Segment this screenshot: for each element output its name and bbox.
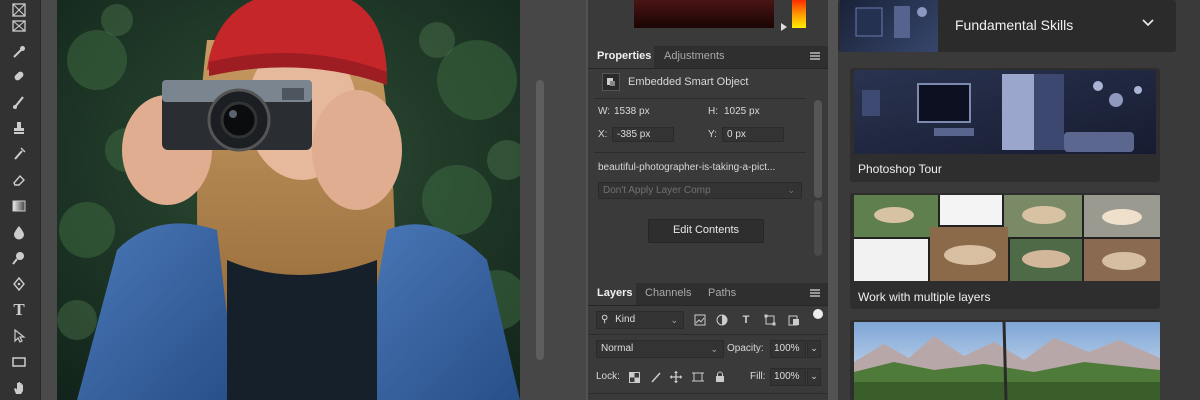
lock-pixels-icon[interactable] <box>648 369 664 385</box>
learn-section-header[interactable]: Fundamental Skills <box>838 0 1176 52</box>
chevron-down-icon: ⌄ <box>670 315 678 325</box>
history-brush-icon[interactable] <box>8 144 30 164</box>
gradient-icon[interactable] <box>8 196 30 216</box>
layers-tabbar: Layers Channels Paths <box>588 283 828 306</box>
layer-comp-select[interactable]: Don't Apply Layer Comp ⌄ <box>598 182 802 199</box>
tab-channels[interactable]: Channels <box>645 287 691 299</box>
divider <box>588 334 828 335</box>
fill-dropdown-icon[interactable]: ⌄ <box>807 368 821 386</box>
search-icon: ⚲ <box>601 314 609 325</box>
hue-slider-handle-icon[interactable] <box>781 23 787 31</box>
tutorial-title: Work with multiple layers <box>858 290 991 304</box>
tutorial-card[interactable]: Work with multiple layers <box>850 193 1160 309</box>
blend-mode-select[interactable]: Normal ⌄ <box>596 340 724 358</box>
photo-image <box>57 0 520 400</box>
shape-filter-icon[interactable] <box>762 312 778 328</box>
layer-filter-select[interactable]: ⚲ Kind ⌄ <box>596 311 684 329</box>
height-label: H: <box>708 106 718 117</box>
hand-icon[interactable] <box>8 378 30 398</box>
opacity-input[interactable]: 100% <box>770 340 806 358</box>
width-label: W: <box>598 106 611 117</box>
object-type-label: Embedded Smart Object <box>628 76 749 88</box>
tutorial-card[interactable]: Photoshop Tour <box>850 68 1160 182</box>
path-selection-icon[interactable] <box>8 326 30 346</box>
opacity-label: Opacity: <box>727 343 764 354</box>
lock-label: Lock: <box>596 371 620 382</box>
tutorial-thumbnail <box>854 70 1156 154</box>
clone-stamp-icon[interactable] <box>8 118 30 138</box>
lock-transparent-icon[interactable] <box>626 369 642 385</box>
healing-brush-icon[interactable] <box>8 66 30 86</box>
tab-paths[interactable]: Paths <box>708 287 736 299</box>
tutorial-thumbnail <box>854 322 1160 400</box>
panel-menu-icon[interactable] <box>810 289 820 297</box>
properties-layers-panel: Properties Adjustments Embedded Smart Ob… <box>588 0 828 400</box>
properties-tabbar: Properties Adjustments <box>588 46 828 69</box>
smart-object-filename: beautiful-photographer-is-taking-a-pict.… <box>598 162 776 173</box>
opacity-dropdown-icon[interactable]: ⌄ <box>807 340 821 358</box>
filter-kind-value: Kind <box>615 314 636 325</box>
blur-icon[interactable] <box>8 222 30 242</box>
chevron-down-icon[interactable] <box>1140 14 1156 35</box>
hue-slider[interactable] <box>792 0 806 28</box>
eyedropper-icon[interactable] <box>8 42 30 62</box>
color-panel <box>588 0 828 46</box>
width-value[interactable]: 1538 px <box>614 106 650 117</box>
panel-menu-icon[interactable] <box>810 52 820 60</box>
y-label: Y: <box>708 129 717 140</box>
rectangle-icon[interactable] <box>8 352 30 372</box>
pixel-filter-icon[interactable] <box>692 312 708 328</box>
chevron-down-icon: ⌄ <box>710 344 718 354</box>
learn-panel: Fundamental Skills Photoshop Tour Work w… <box>838 0 1200 400</box>
properties-scroll-track <box>814 200 822 256</box>
fill-label: Fill: <box>750 371 766 382</box>
canvas-left-margin <box>41 0 57 400</box>
lock-artboard-icon[interactable] <box>690 369 706 385</box>
learn-panel-scrollbar[interactable] <box>1186 0 1200 400</box>
tab-properties[interactable]: Properties <box>597 50 651 62</box>
x-input[interactable]: -385 px <box>612 127 674 142</box>
blend-mode-value: Normal <box>601 343 634 354</box>
document-canvas[interactable] <box>57 0 520 400</box>
smart-object-icon <box>602 73 620 91</box>
section-title: Fundamental Skills <box>955 17 1074 33</box>
canvas-scroll-area <box>520 0 586 400</box>
tools-panel: T <box>0 0 41 400</box>
canvas-scrollbar[interactable] <box>536 80 544 360</box>
height-value[interactable]: 1025 px <box>724 106 760 117</box>
divider <box>594 98 806 99</box>
type-tool-icon[interactable]: T <box>8 300 30 320</box>
x-label: X: <box>598 129 608 140</box>
type-filter-icon[interactable]: T <box>738 312 754 328</box>
brush-icon[interactable] <box>8 92 30 112</box>
divider <box>588 393 828 394</box>
pen-icon[interactable] <box>8 274 30 294</box>
color-field[interactable] <box>634 0 774 28</box>
tab-adjustments[interactable]: Adjustments <box>664 50 725 62</box>
tab-layers[interactable]: Layers <box>597 287 632 299</box>
dodge-icon[interactable] <box>8 248 30 268</box>
chevron-down-icon: ⌄ <box>787 185 795 195</box>
tutorial-card[interactable] <box>850 320 1160 400</box>
adjustment-filter-icon[interactable] <box>714 312 730 328</box>
section-thumbnail <box>840 0 938 52</box>
fill-input[interactable]: 100% <box>770 368 806 386</box>
tutorial-title: Photoshop Tour <box>858 162 942 176</box>
y-input[interactable]: 0 px <box>722 127 784 142</box>
divider <box>594 152 806 153</box>
eraser-icon[interactable] <box>8 170 30 190</box>
tutorial-thumbnail <box>854 195 1160 281</box>
lock-position-icon[interactable] <box>668 369 684 385</box>
edit-contents-button[interactable]: Edit Contents <box>648 219 764 243</box>
layer-comp-placeholder: Don't Apply Layer Comp <box>603 185 711 196</box>
properties-scrollbar[interactable] <box>814 100 822 198</box>
frame-tool-icon[interactable] <box>8 16 30 36</box>
lock-all-icon[interactable] <box>712 369 728 385</box>
filter-toggle-icon[interactable] <box>813 309 823 319</box>
smart-object-filter-icon[interactable] <box>786 312 802 328</box>
